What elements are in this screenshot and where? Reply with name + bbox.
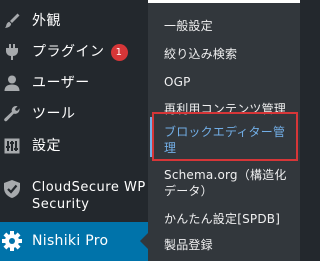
shield-check-icon [2,179,22,199]
update-count-badge: 1 [110,43,128,61]
user-icon [2,73,22,93]
submenu-item-general-settings[interactable]: 一般設定 [164,18,213,34]
sidebar-item-users[interactable]: ユーザー [0,68,148,98]
sidebar-item-label: プラグイン 1 [32,43,128,61]
sidebar-item-tools[interactable]: ツール [0,99,148,129]
sidebar-item-label: Nishiki Pro [32,233,109,249]
sidebar-item-appearance[interactable]: 外観 [0,6,148,36]
admin-sidebar: 外観 プラグイン 1 ユーザー ツール 設定 CloudSecure WP Se… [0,0,148,261]
sidebar-item-label: ツール [32,106,76,122]
submenu-item-ogp[interactable]: OGP [164,74,191,90]
settings-icon [2,136,22,156]
paintbrush-icon [2,11,22,31]
submenu-item-easy-setup[interactable]: かんたん設定[SPDB] [164,211,280,227]
submenu-item-filter-search[interactable]: 絞り込み検索 [164,46,237,62]
submenu-pointer [140,233,148,249]
sidebar-item-label: 外観 [32,13,61,29]
highlight-annotation-box [152,112,298,161]
gear-icon [1,230,23,252]
wrench-icon [2,104,22,124]
sidebar-item-label: 設定 [32,138,61,154]
sidebar-item-label: CloudSecure WP Security [32,180,146,212]
submenu-item-product-registration[interactable]: 製品登録 [164,237,213,253]
sidebar-item-nishiki-pro[interactable]: Nishiki Pro [0,222,148,261]
sidebar-item-settings[interactable]: 設定 [0,131,148,161]
sidebar-item-plugins[interactable]: プラグイン 1 [0,37,148,67]
plugin-icon [2,42,22,62]
sidebar-item-cloudsecure[interactable]: CloudSecure WP Security [0,179,148,225]
sidebar-item-label: ユーザー [32,75,90,91]
submenu-item-schema-org[interactable]: Schema.org（構造化データ） [164,167,296,199]
